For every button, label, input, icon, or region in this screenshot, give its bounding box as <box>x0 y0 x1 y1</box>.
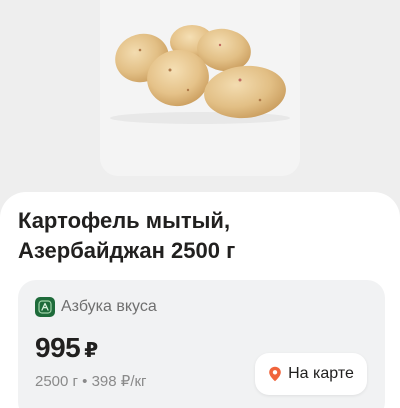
location-pin-icon <box>268 366 282 382</box>
product-title: Картофель мытый, Азербайджан 2500 г <box>18 206 378 266</box>
potatoes-image <box>110 25 290 124</box>
azbuka-vkusa-logo-icon <box>35 297 55 317</box>
price-currency: ₽ <box>84 340 99 362</box>
product-title-line-2: Азербайджан 2500 г <box>18 238 236 263</box>
store-name: Азбука вкуса <box>61 298 157 315</box>
show-on-map-button[interactable]: На карте <box>255 353 367 395</box>
price-value: 995 <box>35 332 81 363</box>
product-photo[interactable] <box>100 0 300 176</box>
price-row: 995 ₽ <box>35 332 98 364</box>
product-title-line-1: Картофель мытый, <box>18 208 231 233</box>
store-row: Азбука вкуса <box>35 296 157 318</box>
store-offer-card[interactable]: Азбука вкуса 995 ₽ 2500 г • 398 ₽/кг На … <box>18 280 385 408</box>
map-button-label: На карте <box>288 365 354 382</box>
product-details-sheet: Картофель мытый, Азербайджан 2500 г Азбу… <box>0 192 400 408</box>
product-image-area <box>0 0 400 200</box>
weight-and-unit-price: 2500 г • 398 ₽/кг <box>35 373 147 390</box>
